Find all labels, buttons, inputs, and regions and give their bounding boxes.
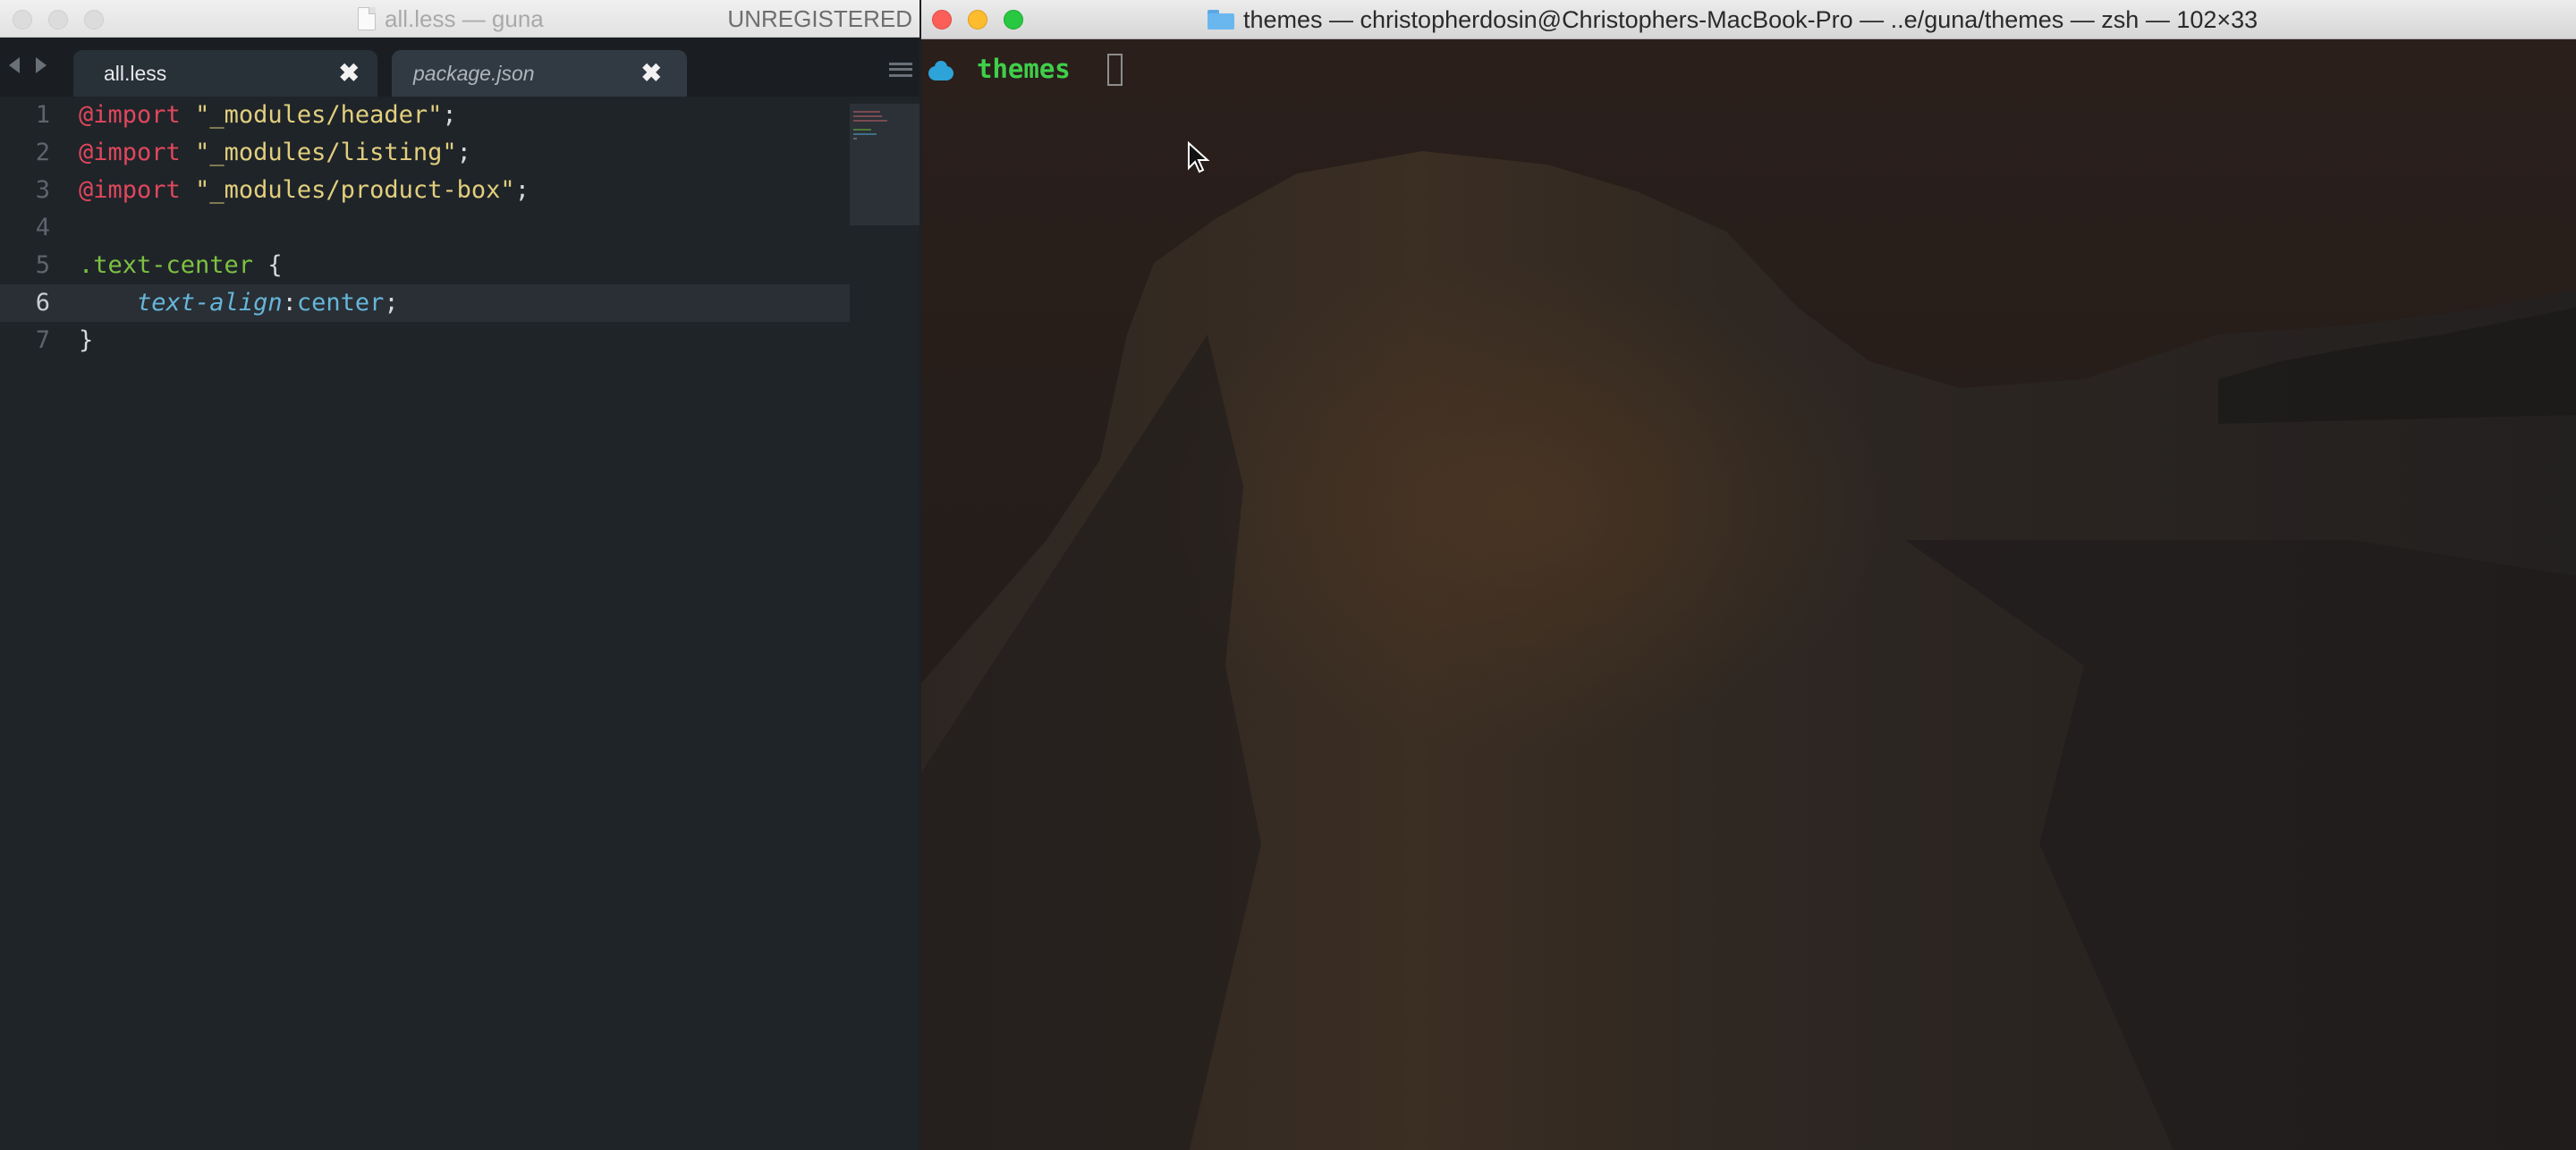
cloud-icon xyxy=(928,61,953,80)
code-text: } xyxy=(79,322,93,359)
license-status: UNREGISTERED xyxy=(727,5,912,32)
line-number: 6 xyxy=(35,289,50,317)
chevron-right-icon[interactable] xyxy=(36,57,47,73)
menu-icon[interactable] xyxy=(889,63,912,77)
code-token: "_modules/header" xyxy=(195,101,443,129)
zoom-button[interactable] xyxy=(1004,10,1023,30)
line-number: 1 xyxy=(35,101,50,129)
wallpaper-background xyxy=(921,39,2576,1150)
minimize-button-inactive[interactable] xyxy=(48,10,68,30)
sublime-title-text: all.less — guna xyxy=(385,4,544,32)
code-token: .text-center xyxy=(79,251,254,279)
code-text: @import "_modules/header"; xyxy=(79,97,457,134)
code-token: ; xyxy=(384,289,399,317)
code-text: @import "_modules/listing"; xyxy=(79,134,471,172)
code-text: .text-center { xyxy=(79,247,283,284)
code-line[interactable]: 4 xyxy=(0,209,850,247)
code-token: @import xyxy=(79,139,181,166)
code-line[interactable]: 7} xyxy=(0,322,850,359)
line-number: 2 xyxy=(35,139,50,166)
code-token: ; xyxy=(514,176,530,204)
code-token: "_modules/listing" xyxy=(195,139,457,166)
tab-all-less[interactable]: all.less ✖ xyxy=(73,50,377,97)
code-token: @import xyxy=(79,101,181,129)
line-number: 4 xyxy=(35,214,50,241)
code-token: { xyxy=(253,251,283,279)
close-icon[interactable]: ✖ xyxy=(339,50,360,97)
code-token: center xyxy=(296,289,385,317)
tab-package-json[interactable]: package.json ✖ xyxy=(392,50,687,97)
mouse-pointer-icon xyxy=(1188,141,1210,173)
close-icon[interactable]: ✖ xyxy=(641,50,662,97)
code-token: ; xyxy=(456,139,471,166)
code-line[interactable]: 2 @import "_modules/listing"; xyxy=(0,134,850,172)
code-line[interactable]: 3 @import "_modules/product-box"; xyxy=(0,172,850,209)
code-token: "_modules/product-box" xyxy=(195,176,515,204)
code-editor[interactable]: 1 @import "_modules/header"; 2 @import "_mo… xyxy=(0,97,919,1150)
terminal-content[interactable]: themes xyxy=(921,39,2576,1150)
line-number: 3 xyxy=(35,176,50,204)
tab-bar: all.less ✖ package.json ✖ xyxy=(0,38,919,97)
minimize-button[interactable] xyxy=(968,10,987,30)
document-icon xyxy=(358,7,376,30)
minimap[interactable] xyxy=(850,104,919,225)
close-button-inactive[interactable] xyxy=(13,10,32,30)
prompt-directory: themes xyxy=(977,54,1071,84)
zoom-button-inactive[interactable] xyxy=(84,10,104,30)
code-line[interactable]: 1 @import "_modules/header"; xyxy=(0,97,850,134)
terminal-window: themes — christopherdosin@Christophers-M… xyxy=(921,0,2576,1150)
terminal-window-title: themes — christopherdosin@Christophers-M… xyxy=(1208,0,2258,39)
terminal-titlebar[interactable]: themes — christopherdosin@Christophers-M… xyxy=(921,0,2576,39)
folder-icon xyxy=(1208,10,1234,30)
code-token: } xyxy=(79,326,94,354)
sublime-titlebar[interactable]: all.less — guna UNREGISTERED xyxy=(0,0,919,38)
chevron-left-icon[interactable] xyxy=(9,57,20,73)
tab-label: package.json xyxy=(413,62,535,85)
code-line[interactable]: 6 text-align:center; xyxy=(0,284,850,322)
code-token: : xyxy=(282,289,297,317)
sublime-text-window: all.less — guna UNREGISTERED all.less ✖ … xyxy=(0,0,919,1150)
code-token: ; xyxy=(442,101,457,129)
terminal-title-text: themes — christopherdosin@Christophers-M… xyxy=(1243,5,2258,33)
code-text: text-align:center; xyxy=(79,284,399,322)
text-cursor xyxy=(1107,54,1123,86)
tab-label: all.less xyxy=(104,62,167,85)
sublime-window-title: all.less — guna xyxy=(358,0,544,38)
line-number: 5 xyxy=(35,251,50,279)
code-line[interactable]: 5 .text-center { xyxy=(0,247,850,284)
close-button[interactable] xyxy=(932,10,952,30)
code-text: @import "_modules/product-box"; xyxy=(79,172,530,209)
code-token: text-align xyxy=(137,289,283,317)
line-number: 7 xyxy=(35,326,50,354)
code-token: @import xyxy=(79,176,181,204)
